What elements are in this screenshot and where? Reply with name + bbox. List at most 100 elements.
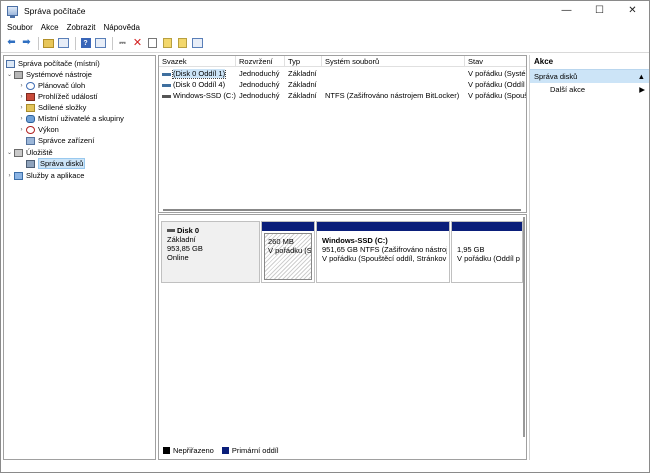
delete-button[interactable]: ✕: [131, 37, 144, 50]
menu-zobrazit[interactable]: Zobrazit: [67, 23, 96, 32]
disk-legend: Nepřiřazeno Primární oddíl: [161, 444, 279, 456]
type-cell: Základní: [288, 80, 317, 89]
chevron-right-icon[interactable]: ›: [18, 83, 25, 89]
column-header-type[interactable]: Typ: [285, 56, 322, 67]
column-header-filesystem[interactable]: Systém souborů: [322, 56, 465, 67]
actions-section-disk-management[interactable]: Správa disků ▲: [530, 69, 649, 83]
forward-button[interactable]: ➡: [20, 37, 33, 50]
action-more-actions[interactable]: Další akce ▶: [530, 83, 649, 97]
tree-item-device-manager[interactable]: Správce zařízení: [25, 135, 94, 146]
volume-list-header: Svazek Rozvržení Typ Systém souborů Stav: [159, 56, 526, 67]
properties-button[interactable]: [146, 37, 159, 50]
chevron-right-icon[interactable]: ›: [18, 105, 25, 111]
partition-windows-ssd[interactable]: Windows-SSD (C:) 951,65 GB NTFS (Zašifro…: [316, 221, 450, 283]
collapse-icon[interactable]: ▲: [638, 70, 645, 83]
tree-item-label: Služby a aplikace: [26, 171, 85, 180]
tree-item-performance[interactable]: › Výkon: [18, 124, 59, 135]
title-bar[interactable]: Správa počítače — ☐ ✕: [1, 1, 649, 20]
scrollbar-thumb[interactable]: [163, 209, 521, 211]
column-header-layout[interactable]: Rozvržení: [236, 56, 285, 67]
filesystem-cell: [322, 69, 465, 79]
disk-graphical-view: Disk 0 Základní 953,85 GB Online 260 MB …: [158, 214, 527, 460]
search-icon: [178, 38, 187, 48]
filesystem-cell: [322, 80, 465, 90]
clock-icon: [26, 81, 35, 90]
volume-icon: [162, 94, 171, 98]
chevron-right-icon[interactable]: ›: [18, 127, 25, 133]
tree-item-shared-folders[interactable]: › Sdílené složky: [18, 102, 87, 113]
toolbar: ⬅ ➡ ? ⎓ ✕: [1, 34, 649, 53]
chevron-right-icon[interactable]: ›: [18, 94, 25, 100]
folder-icon: [43, 38, 54, 48]
status-cell: V pořádku (Spouš: [468, 91, 526, 100]
window-controls: — ☐ ✕: [550, 1, 649, 20]
actions-section-label: Správa disků: [534, 72, 578, 81]
disk-0-info[interactable]: Disk 0 Základní 953,85 GB Online: [161, 221, 260, 283]
submenu-arrow-icon: ▶: [639, 85, 645, 94]
disk-name: Disk 0: [177, 226, 200, 235]
show-hide-console-tree-button[interactable]: [57, 37, 70, 50]
legend-label-primary: Primární oddíl: [231, 445, 279, 455]
event-log-icon: [26, 92, 35, 101]
tree-item-label: Místní uživatelé a skupiny: [38, 114, 124, 123]
tree-item-label: Správa disků: [38, 158, 86, 169]
column-header-status[interactable]: Stav: [465, 56, 526, 67]
tree-item-system-tools[interactable]: ⌄ Systémové nástroje: [6, 69, 92, 80]
partition-size: 1,95 GB: [457, 245, 485, 254]
close-button[interactable]: ✕: [616, 1, 649, 20]
partition-status: V pořádku (Oddíl p: [457, 254, 520, 263]
toolbar-separator: [38, 36, 39, 50]
tree-item-label: Správa počítače (místní): [18, 59, 100, 68]
horizontal-scrollbar[interactable]: [159, 208, 526, 212]
properties-icon: [148, 38, 157, 48]
volume-list: Svazek Rozvržení Typ Systém souborů Stav…: [158, 55, 527, 213]
disk-name-row: Disk 0: [167, 226, 254, 235]
partition-system[interactable]: 260 MB V pořádku (S: [261, 221, 315, 283]
maximize-button[interactable]: ☐: [583, 1, 616, 20]
table-row[interactable]: Windows-SSD (C:) Jednoduchý Základní NTF…: [159, 91, 526, 101]
search-button[interactable]: [176, 37, 189, 50]
tree-item-label: Sdílené složky: [38, 103, 87, 112]
minimize-button[interactable]: —: [550, 1, 583, 20]
menu-akce[interactable]: Akce: [41, 23, 59, 32]
show-hide-action-pane-button[interactable]: [94, 37, 107, 50]
view-button[interactable]: [191, 37, 204, 50]
partition-header: [452, 222, 522, 231]
toolbar-separator: [112, 36, 113, 50]
table-row[interactable]: (Disk 0 Oddíl 1) Jednoduchý Základní V p…: [159, 69, 526, 79]
chevron-right-icon[interactable]: ›: [18, 116, 25, 122]
tree-item-task-scheduler[interactable]: › Plánovač úloh: [18, 80, 86, 91]
legend-label-unallocated: Nepřiřazeno: [173, 445, 214, 455]
filesystem-cell: NTFS (Zašifrováno nástrojem BitLocker): [325, 91, 460, 100]
layout-cell: Jednoduchý: [239, 80, 280, 89]
up-folder-button[interactable]: [42, 37, 55, 50]
layout-cell: Jednoduchý: [239, 91, 280, 100]
tree-item-event-viewer[interactable]: › Prohlížeč událostí: [18, 91, 98, 102]
partition-recovery[interactable]: 1,95 GB V pořádku (Oddíl p: [451, 221, 523, 283]
menu-soubor[interactable]: Soubor: [7, 23, 33, 32]
back-button[interactable]: ⬅: [5, 37, 18, 50]
table-row[interactable]: (Disk 0 Oddíl 4) Jednoduchý Základní V p…: [159, 80, 526, 90]
chevron-down-icon[interactable]: ⌄: [6, 71, 13, 78]
type-cell: Základní: [288, 69, 317, 78]
menu-bar: Soubor Akce Zobrazit Nápověda: [1, 20, 649, 34]
tree-item-computer-management[interactable]: Správa počítače (místní): [5, 58, 100, 69]
volume-name: (Disk 0 Oddíl 1): [171, 69, 227, 79]
chevron-right-icon[interactable]: ›: [6, 173, 13, 179]
tree-item-storage[interactable]: ⌄ Úložiště: [6, 147, 53, 158]
column-header-volume[interactable]: Svazek: [159, 56, 236, 67]
volume-name: Windows-SSD (C:): [173, 91, 236, 100]
help-button[interactable]: ?: [79, 37, 92, 50]
volume-cell: (Disk 0 Oddíl 4): [159, 80, 236, 90]
status-cell: V pořádku (Oddíl: [468, 80, 525, 89]
chevron-down-icon[interactable]: ⌄: [6, 149, 13, 156]
menu-napoveda[interactable]: Nápověda: [104, 23, 140, 32]
open-button[interactable]: [161, 37, 174, 50]
tree-item-services-apps[interactable]: › Služby a aplikace: [6, 170, 85, 181]
tree-item-disk-management[interactable]: Správa disků: [25, 158, 86, 169]
vertical-scrollbar[interactable]: [523, 217, 525, 437]
tree-item-local-users[interactable]: › Místní uživatelé a skupiny: [18, 113, 124, 124]
connect-button[interactable]: ⎓: [116, 37, 129, 50]
tree-item-label: Správce zařízení: [38, 136, 95, 145]
plug-icon: ⎓: [119, 38, 126, 47]
